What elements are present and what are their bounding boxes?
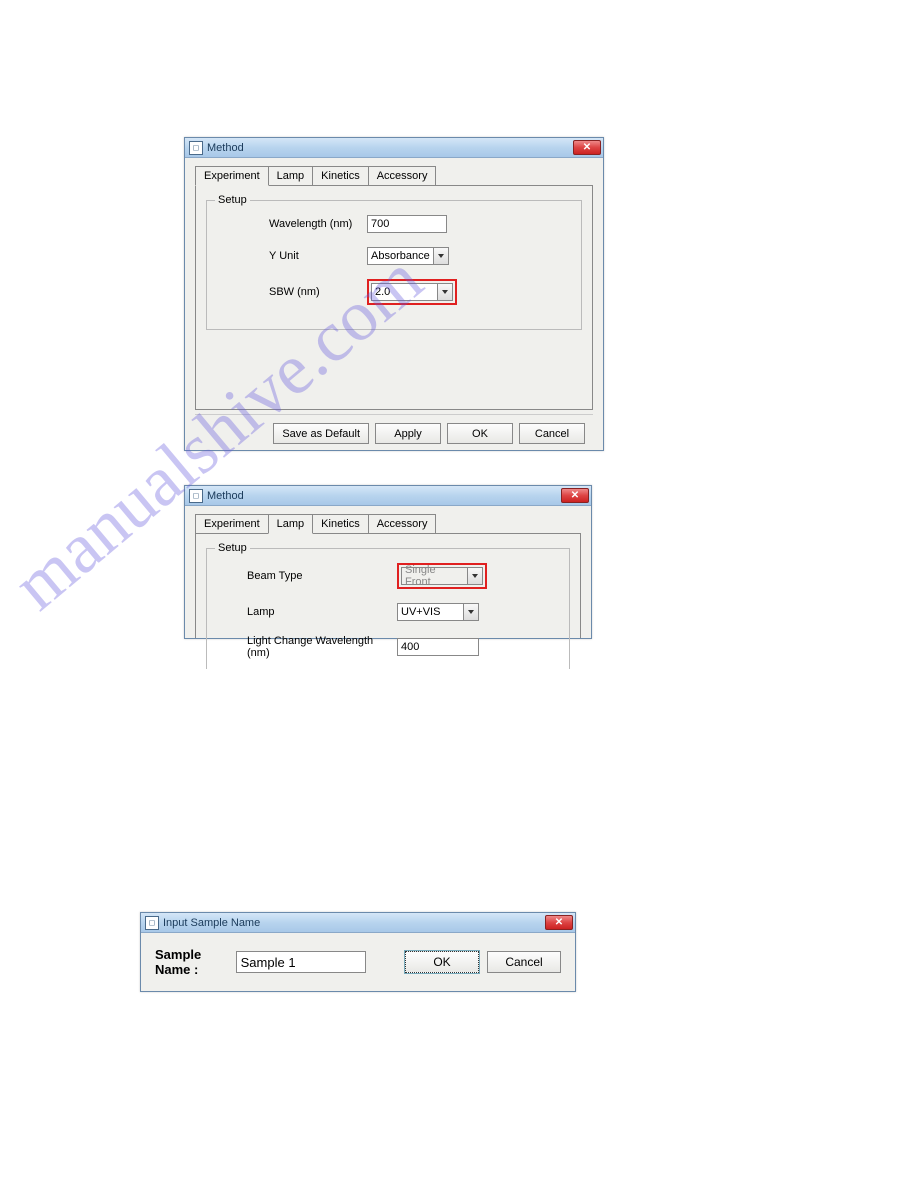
- app-icon: ◻: [189, 141, 203, 155]
- lamp-combo[interactable]: UV+VIS: [397, 603, 479, 621]
- titlebar[interactable]: ◻ Method ✕: [185, 486, 591, 506]
- wavelength-label: Wavelength (nm): [217, 218, 367, 230]
- tab-experiment[interactable]: Experiment: [195, 514, 269, 533]
- client-area: Sample Name : OK Cancel: [141, 933, 575, 991]
- chevron-down-icon[interactable]: [463, 604, 478, 620]
- ok-button[interactable]: OK: [447, 423, 513, 444]
- group-title: Setup: [215, 542, 250, 554]
- sample-name-input[interactable]: [236, 951, 366, 973]
- setup-group: Setup Wavelength (nm) Y Unit Absorbance …: [206, 200, 582, 330]
- titlebar[interactable]: ◻ Input Sample Name ✕: [141, 913, 575, 933]
- setup-group: Setup Beam Type Single Front Lamp UV+VIS: [206, 548, 570, 669]
- lamp-label: Lamp: [217, 606, 397, 618]
- tabstrip: Experiment Lamp Kinetics Accessory: [195, 166, 593, 185]
- sbw-value: 2.0: [372, 286, 437, 298]
- chevron-down-icon[interactable]: [437, 284, 452, 300]
- app-icon: ◻: [145, 916, 159, 930]
- app-icon: ◻: [189, 489, 203, 503]
- sample-name-dialog: ◻ Input Sample Name ✕ Sample Name : OK C…: [140, 912, 576, 992]
- cancel-button[interactable]: Cancel: [487, 951, 561, 973]
- tab-page: Setup Beam Type Single Front Lamp UV+VIS: [195, 533, 581, 638]
- wavelength-input[interactable]: [367, 215, 447, 233]
- apply-button[interactable]: Apply: [375, 423, 441, 444]
- sbw-combo[interactable]: 2.0: [371, 283, 453, 301]
- sample-name-label: Sample Name :: [155, 947, 228, 977]
- save-default-button[interactable]: Save as Default: [273, 423, 369, 444]
- chevron-down-icon: [467, 568, 482, 584]
- lcw-label: Light Change Wavelength (nm): [217, 635, 397, 659]
- method-dialog-experiment: ◻ Method ✕ Experiment Lamp Kinetics Acce…: [184, 137, 604, 451]
- method-dialog-lamp: ◻ Method ✕ Experiment Lamp Kinetics Acce…: [184, 485, 592, 639]
- tab-accessory[interactable]: Accessory: [368, 514, 437, 533]
- close-icon[interactable]: ✕: [573, 140, 601, 155]
- beam-combo: Single Front: [401, 567, 483, 585]
- close-icon[interactable]: ✕: [561, 488, 589, 503]
- tab-lamp[interactable]: Lamp: [268, 514, 314, 534]
- tab-experiment[interactable]: Experiment: [195, 166, 269, 186]
- yunit-combo[interactable]: Absorbance: [367, 247, 449, 265]
- cancel-button[interactable]: Cancel: [519, 423, 585, 444]
- tab-accessory[interactable]: Accessory: [368, 166, 437, 185]
- titlebar[interactable]: ◻ Method ✕: [185, 138, 603, 158]
- close-icon[interactable]: ✕: [545, 915, 573, 930]
- chevron-down-icon[interactable]: [433, 248, 448, 264]
- beam-value: Single Front: [402, 564, 467, 588]
- lamp-value: UV+VIS: [398, 606, 463, 618]
- button-row: Save as Default Apply OK Cancel: [195, 414, 593, 446]
- client-area: Experiment Lamp Kinetics Accessory Setup…: [185, 506, 591, 638]
- ok-button[interactable]: OK: [405, 951, 479, 973]
- group-title: Setup: [215, 194, 250, 206]
- beam-label: Beam Type: [217, 570, 397, 582]
- tab-lamp[interactable]: Lamp: [268, 166, 314, 185]
- tab-kinetics[interactable]: Kinetics: [312, 514, 369, 533]
- tab-page: Setup Wavelength (nm) Y Unit Absorbance …: [195, 185, 593, 410]
- tab-kinetics[interactable]: Kinetics: [312, 166, 369, 185]
- sbw-label: SBW (nm): [217, 286, 367, 298]
- yunit-label: Y Unit: [217, 250, 367, 262]
- client-area: Experiment Lamp Kinetics Accessory Setup…: [185, 158, 603, 450]
- window-title: Method: [207, 490, 561, 502]
- highlight-box: 2.0: [367, 279, 457, 305]
- window-title: Method: [207, 142, 573, 154]
- yunit-value: Absorbance: [368, 250, 433, 262]
- window-title: Input Sample Name: [163, 917, 545, 929]
- tabstrip: Experiment Lamp Kinetics Accessory: [195, 514, 581, 533]
- lcw-input[interactable]: [397, 638, 479, 656]
- highlight-box: Single Front: [397, 563, 487, 589]
